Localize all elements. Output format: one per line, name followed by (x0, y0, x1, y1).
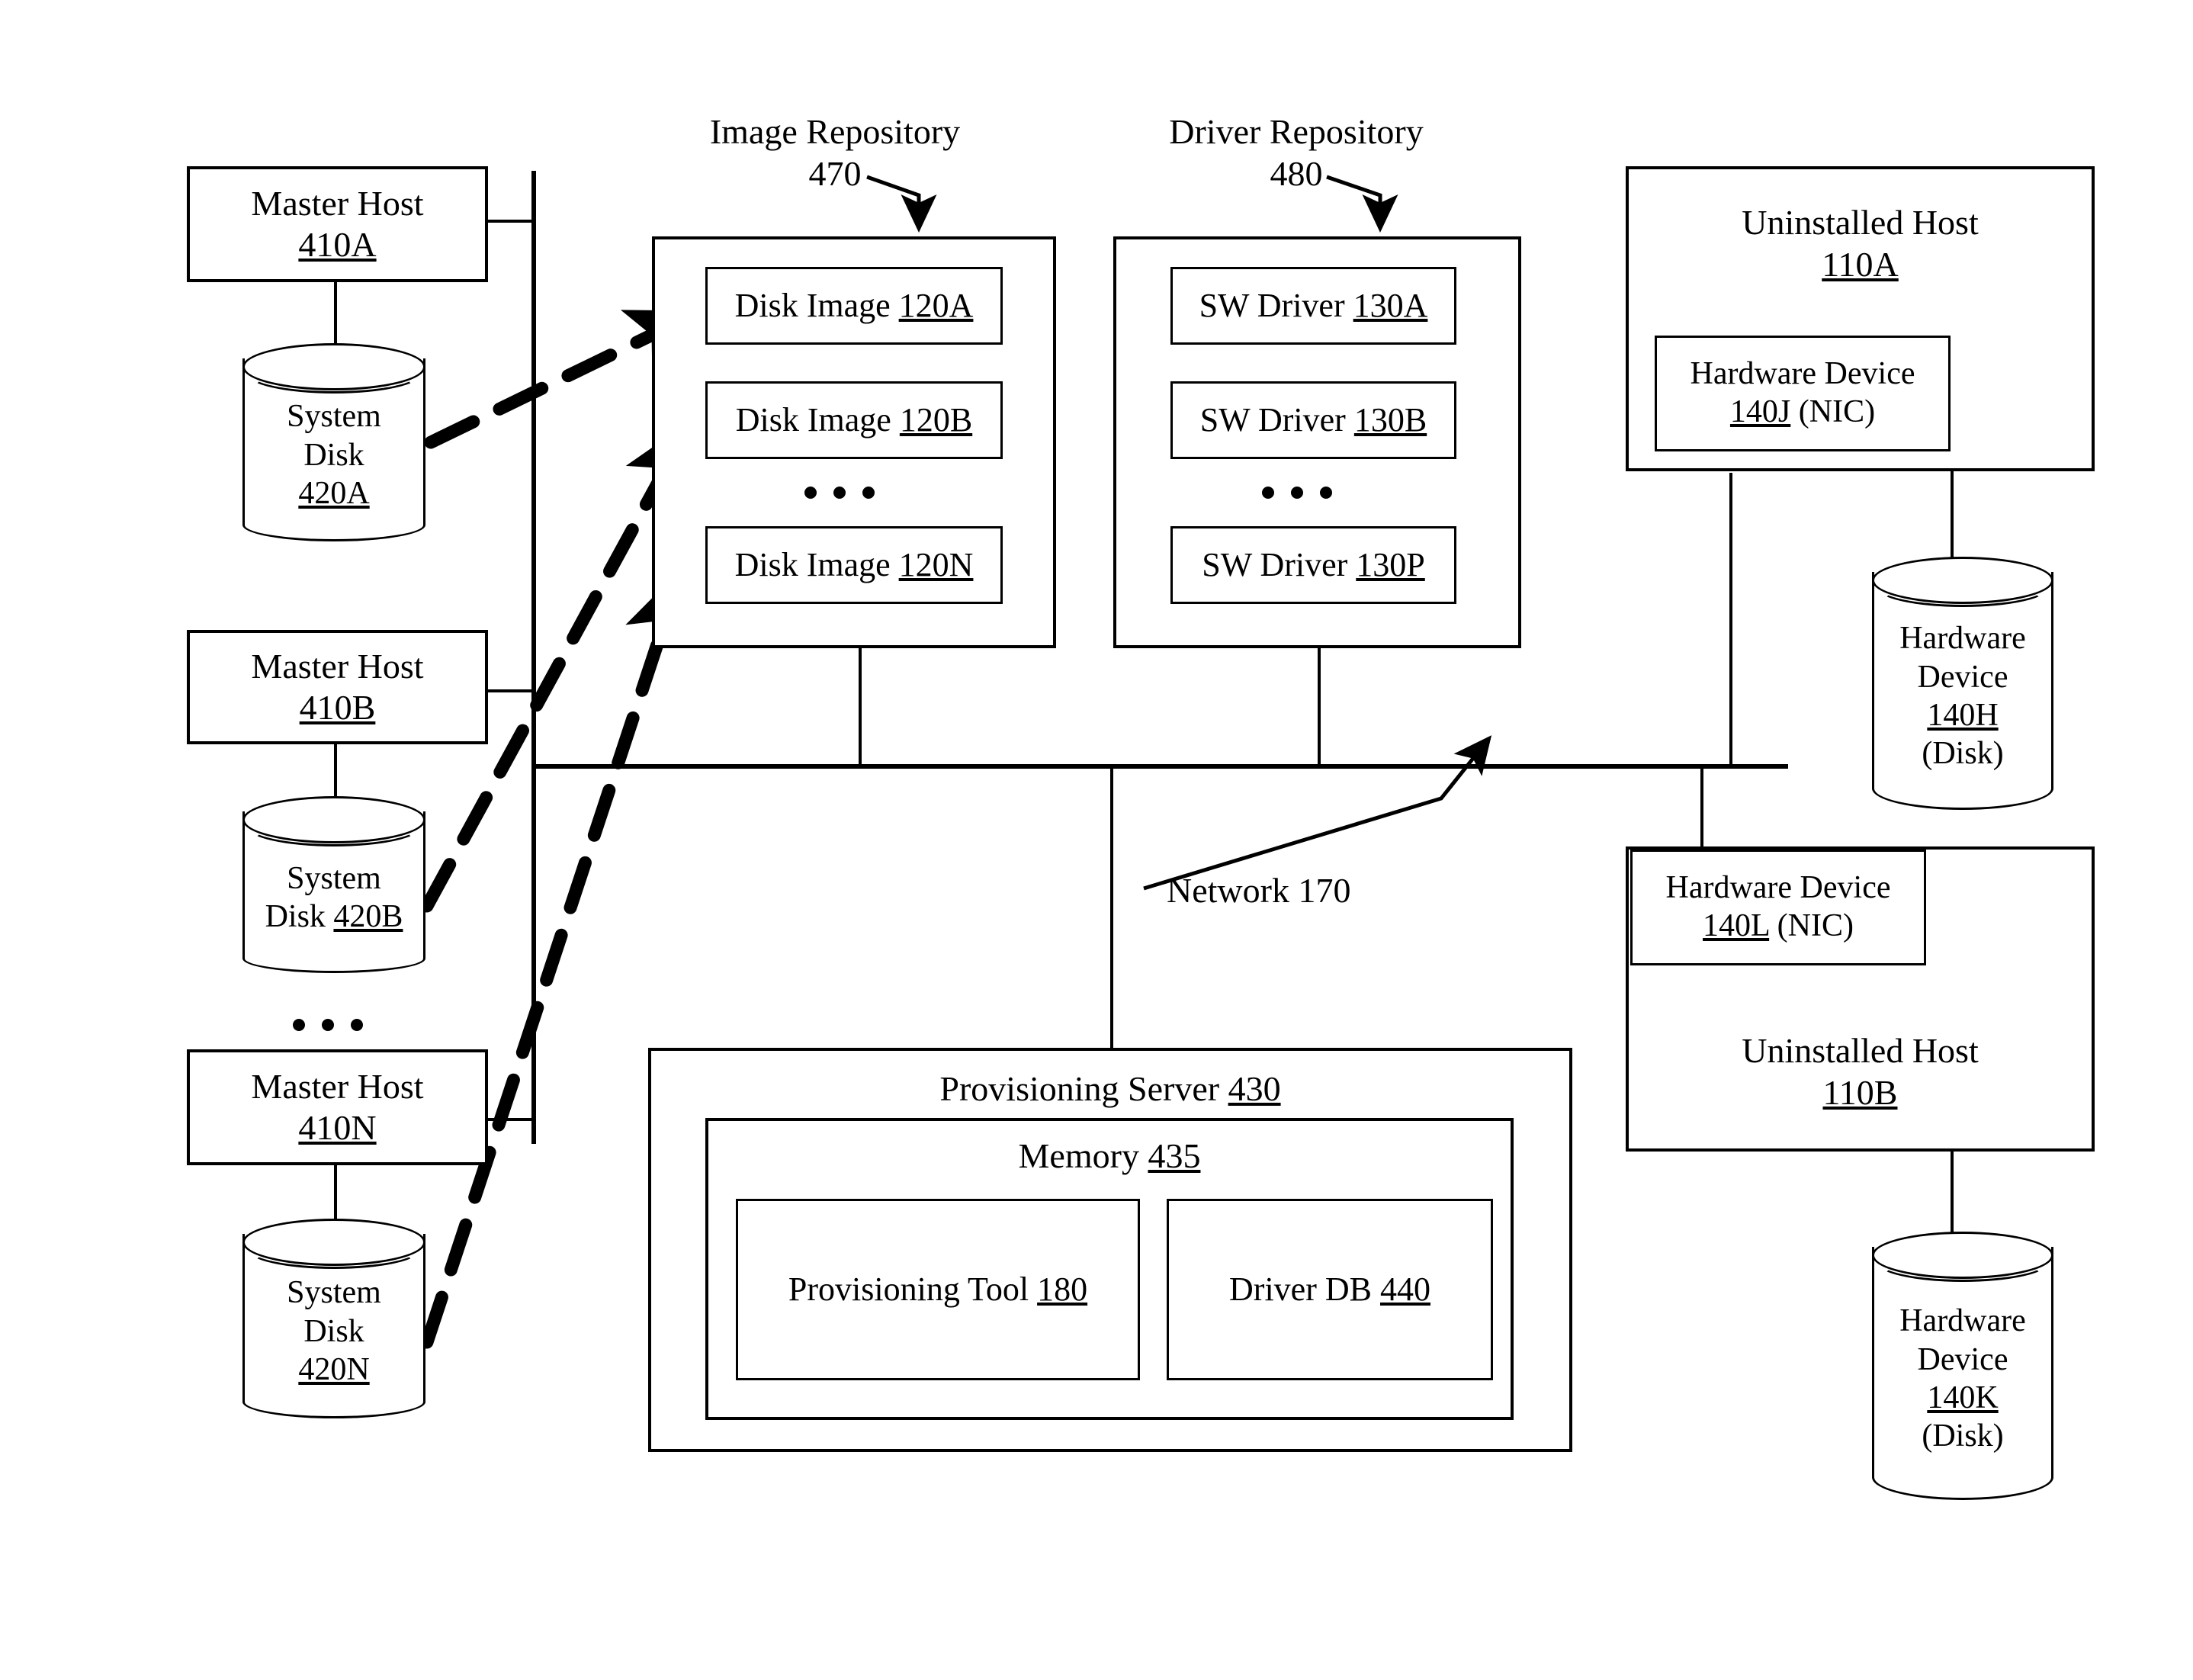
disk-image-120n[interactable]: Disk Image 120N (705, 526, 1003, 604)
system-disk-420n[interactable]: System Disk 420N (242, 1219, 425, 1418)
master-host-410a-title: Master Host (251, 183, 424, 223)
figure-canvas: Image Repository 470 Disk Image 120A Dis… (0, 0, 2193, 1680)
system-disk-420b-label: System Disk 420B (242, 796, 425, 973)
provisioning-server-title: Provisioning Server 430 (939, 1069, 1281, 1108)
master-host-ellipsis (293, 1019, 363, 1031)
sw-driver-130p-label: SW Driver 130P (1202, 546, 1425, 584)
system-disk-420a-label: System Disk 420A (287, 399, 381, 512)
network-label-text: Network 170 (1167, 871, 1351, 910)
master-host-410n-title: Master Host (251, 1066, 424, 1106)
disk-image-120b-label: Disk Image 120B (735, 401, 973, 439)
provisioning-tool-label: Provisioning Tool 180 (788, 1270, 1088, 1309)
master-host-410n-ref: 410N (298, 1108, 377, 1147)
image-repository-caption: Image Repository 470 (690, 111, 980, 194)
master-host-410b-title: Master Host (251, 646, 424, 686)
system-disk-420a[interactable]: System Disk 420A (242, 343, 425, 541)
driver-db-440[interactable]: Driver DB 440 (1167, 1199, 1493, 1380)
sw-driver-130a-label: SW Driver 130A (1199, 287, 1428, 325)
hardware-device-140h[interactable]: Hardware Device 140H (Disk) (1872, 557, 2053, 810)
system-disk-420n-label: System Disk 420N (287, 1275, 381, 1388)
driver-repository-caption-line1: Driver Repository (1169, 112, 1424, 151)
driver-db-label: Driver DB 440 (1229, 1270, 1430, 1309)
sw-driver-130p[interactable]: SW Driver 130P (1170, 526, 1456, 604)
disk-image-120b[interactable]: Disk Image 120B (705, 381, 1003, 459)
master-host-410a-ref: 410A (298, 225, 377, 264)
hardware-device-140j-title: Hardware Device (1690, 356, 1915, 392)
disk-image-120a[interactable]: Disk Image 120A (705, 267, 1003, 345)
system-disk-420b[interactable]: System Disk 420B (242, 796, 425, 973)
image-repository-caption-line1: Image Repository (709, 112, 961, 151)
image-repository-caption-line2: 470 (808, 154, 862, 194)
hardware-device-140j[interactable]: Hardware Device 140J (NIC) (1655, 336, 1951, 451)
uninstalled-host-110a-title: Uninstalled Host 110A (1742, 203, 1979, 284)
hardware-device-140k[interactable]: Hardware Device 140K (Disk) (1872, 1232, 2053, 1500)
uninstalled-host-110b-title: Uninstalled Host 110B (1742, 1030, 1979, 1112)
master-host-410b[interactable]: Master Host 410B (187, 630, 488, 744)
sw-driver-130b-label: SW Driver 130B (1199, 401, 1427, 439)
hardware-device-140l[interactable]: Hardware Device 140L (NIC) (1630, 850, 1926, 965)
hardware-device-140l-title: Hardware Device (1665, 870, 1891, 906)
sw-driver-130b[interactable]: SW Driver 130B (1170, 381, 1456, 459)
master-host-410n[interactable]: Master Host 410N (187, 1049, 488, 1165)
memory-title: Memory 435 (1018, 1136, 1201, 1175)
master-host-410a[interactable]: Master Host 410A (187, 166, 488, 282)
hardware-device-140k-label: Hardware Device 140K (Disk) (1899, 1303, 2026, 1454)
sw-driver-130a[interactable]: SW Driver 130A (1170, 267, 1456, 345)
system-disk-420b-second-line: Disk 420B (265, 899, 403, 934)
image-repository-ellipsis (804, 487, 875, 499)
disk-image-120n-label: Disk Image 120N (734, 546, 974, 584)
master-host-410b-ref: 410B (299, 688, 376, 727)
hardware-device-140l-ref: 140L (NIC) (1703, 908, 1854, 943)
hardware-device-140j-ref: 140J (NIC) (1729, 394, 1876, 429)
driver-repository-caption: Driver Repository 480 (1151, 111, 1441, 194)
driver-repository-caption-line2: 480 (1270, 154, 1323, 194)
provisioning-tool-180[interactable]: Provisioning Tool 180 (736, 1199, 1140, 1380)
network-label: Network 170 (1167, 869, 1388, 911)
disk-image-120a-label: Disk Image 120A (734, 287, 974, 325)
driver-repository-ellipsis (1262, 487, 1332, 499)
hardware-device-140h-label: Hardware Device 140H (Disk) (1899, 621, 2026, 772)
